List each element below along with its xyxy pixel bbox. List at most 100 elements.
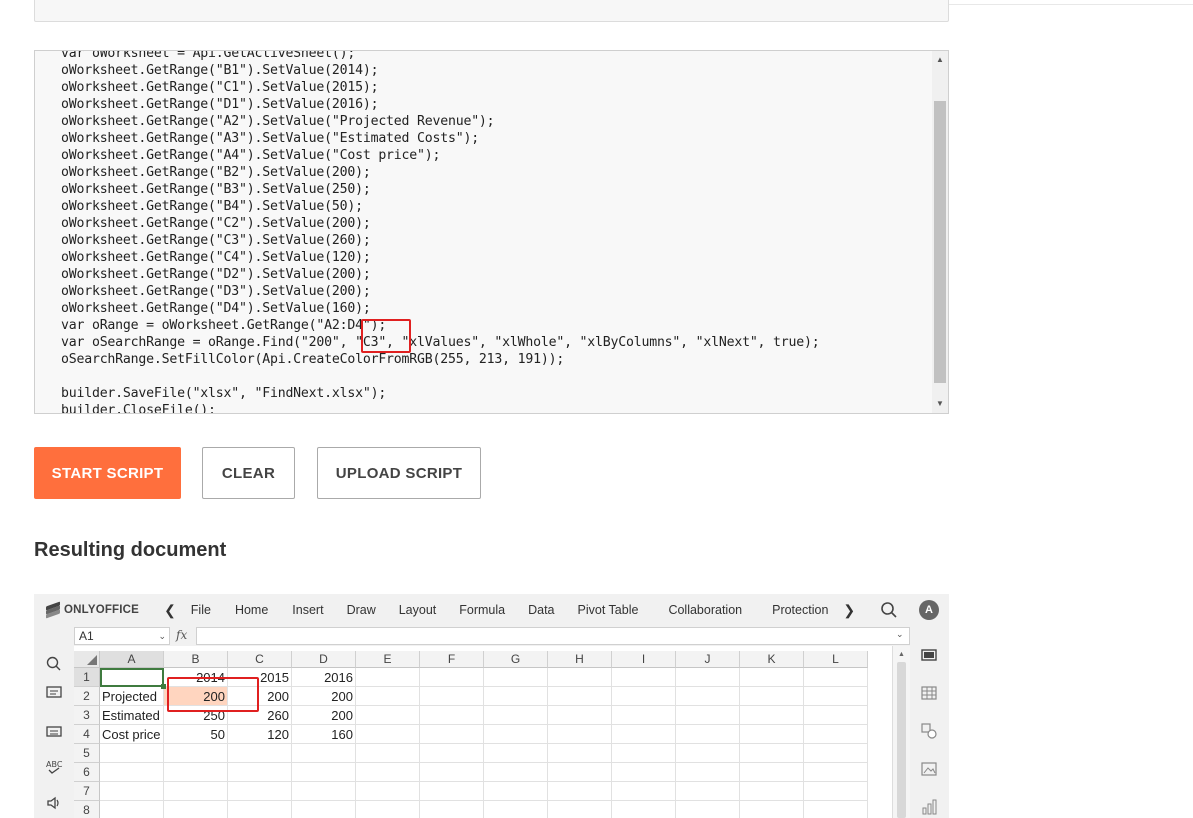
- cell-settings-icon[interactable]: [920, 646, 938, 664]
- cell-e7[interactable]: [356, 782, 420, 801]
- cell-d7[interactable]: [292, 782, 356, 801]
- cell-i6[interactable]: [612, 763, 676, 782]
- cell-k5[interactable]: [740, 744, 804, 763]
- column-header-d[interactable]: D: [292, 651, 356, 668]
- fill-handle[interactable]: [161, 684, 166, 689]
- column-header-a[interactable]: A: [100, 651, 164, 668]
- tab-file[interactable]: File: [191, 603, 211, 617]
- row-header-4[interactable]: 4: [74, 725, 100, 744]
- cell-g4[interactable]: [484, 725, 548, 744]
- cell-j4[interactable]: [676, 725, 740, 744]
- cell-d8[interactable]: [292, 801, 356, 818]
- cell-h7[interactable]: [548, 782, 612, 801]
- cell-e3[interactable]: [356, 706, 420, 725]
- code-line[interactable]: [61, 368, 819, 385]
- cell-f7[interactable]: [420, 782, 484, 801]
- editor-scrollbar[interactable]: ▲ ▼: [932, 51, 948, 413]
- tab-protection[interactable]: Protection: [772, 603, 828, 617]
- chevron-down-icon[interactable]: ⌄: [158, 628, 166, 644]
- cell-b8[interactable]: [164, 801, 228, 818]
- cell-l4[interactable]: [804, 725, 868, 744]
- cell-c4[interactable]: 120: [228, 725, 292, 744]
- column-header-k[interactable]: K: [740, 651, 804, 668]
- start-script-button[interactable]: START SCRIPT: [34, 447, 181, 499]
- cell-i1[interactable]: [612, 668, 676, 687]
- cell-f8[interactable]: [420, 801, 484, 818]
- name-box[interactable]: A1 ⌄: [74, 627, 170, 645]
- cell-j1[interactable]: [676, 668, 740, 687]
- cell-e6[interactable]: [356, 763, 420, 782]
- cell-j7[interactable]: [676, 782, 740, 801]
- code-line[interactable]: oWorksheet.GetRange("D2").SetValue(200);: [61, 266, 819, 283]
- search-icon[interactable]: [45, 655, 63, 673]
- row-header-7[interactable]: 7: [74, 782, 100, 801]
- tab-draw[interactable]: Draw: [347, 603, 376, 617]
- cell-l3[interactable]: [804, 706, 868, 725]
- cell-h8[interactable]: [548, 801, 612, 818]
- tab-formula[interactable]: Formula: [459, 603, 505, 617]
- scroll-up-icon[interactable]: ▲: [893, 651, 910, 658]
- user-avatar[interactable]: A: [919, 600, 939, 620]
- code-editor[interactable]: var oWorksheet = Api.GetActiveSheet(); oW…: [34, 50, 949, 414]
- code-line[interactable]: var oSearchRange = oRange.Find("200", "C…: [61, 334, 820, 351]
- cell-g3[interactable]: [484, 706, 548, 725]
- cell-i2[interactable]: [612, 687, 676, 706]
- cell-i8[interactable]: [612, 801, 676, 818]
- search-icon[interactable]: [880, 601, 898, 619]
- cell-d3[interactable]: 200: [292, 706, 356, 725]
- cell-i7[interactable]: [612, 782, 676, 801]
- chat-icon[interactable]: [45, 723, 63, 741]
- tab-layout[interactable]: Layout: [399, 603, 437, 617]
- row-header-5[interactable]: 5: [74, 744, 100, 763]
- row-header-2[interactable]: 2: [74, 687, 100, 706]
- cell-d4[interactable]: 160: [292, 725, 356, 744]
- code-line[interactable]: var oWorksheet = Api.GetActiveSheet();: [61, 51, 819, 62]
- cell-g8[interactable]: [484, 801, 548, 818]
- code-line[interactable]: oWorksheet.GetRange("C4").SetValue(120);: [61, 249, 819, 266]
- tab-data[interactable]: Data: [528, 603, 554, 617]
- cell-j5[interactable]: [676, 744, 740, 763]
- cell-b4[interactable]: 50: [164, 725, 228, 744]
- cell-f1[interactable]: [420, 668, 484, 687]
- search-box[interactable]: [34, 0, 949, 22]
- cell-b7[interactable]: [164, 782, 228, 801]
- cell-k3[interactable]: [740, 706, 804, 725]
- sheet-scroll-thumb[interactable]: [897, 662, 906, 818]
- column-header-e[interactable]: E: [356, 651, 420, 668]
- cell-j6[interactable]: [676, 763, 740, 782]
- formula-input[interactable]: [196, 627, 910, 645]
- cell-j2[interactable]: [676, 687, 740, 706]
- cell-g6[interactable]: [484, 763, 548, 782]
- clear-button[interactable]: CLEAR: [202, 447, 295, 499]
- cell-l5[interactable]: [804, 744, 868, 763]
- cell-i3[interactable]: [612, 706, 676, 725]
- code-line[interactable]: oWorksheet.GetRange("B3").SetValue(250);: [61, 181, 819, 198]
- fx-icon[interactable]: fx: [176, 628, 187, 642]
- cell-a3[interactable]: Estimated: [100, 706, 164, 725]
- code-line[interactable]: oWorksheet.GetRange("A4").SetValue("Cost…: [61, 147, 819, 164]
- cell-k1[interactable]: [740, 668, 804, 687]
- cell-a6[interactable]: [100, 763, 164, 782]
- cell-a8[interactable]: [100, 801, 164, 818]
- spellcheck-icon[interactable]: ABC: [45, 757, 63, 775]
- cell-h2[interactable]: [548, 687, 612, 706]
- column-header-h[interactable]: H: [548, 651, 612, 668]
- column-header-g[interactable]: G: [484, 651, 548, 668]
- cell-d6[interactable]: [292, 763, 356, 782]
- cell-j8[interactable]: [676, 801, 740, 818]
- cell-c8[interactable]: [228, 801, 292, 818]
- cell-f2[interactable]: [420, 687, 484, 706]
- cell-f6[interactable]: [420, 763, 484, 782]
- scroll-down-icon[interactable]: ▼: [932, 397, 948, 411]
- sheet-vertical-scrollbar[interactable]: ▲: [892, 646, 910, 818]
- cell-a5[interactable]: [100, 744, 164, 763]
- code-line[interactable]: oWorksheet.GetRange("B4").SetValue(50);: [61, 198, 819, 215]
- cell-d1[interactable]: 2016: [292, 668, 356, 687]
- table-icon[interactable]: [920, 684, 938, 702]
- code-line[interactable]: oWorksheet.GetRange("B1").SetValue(2014)…: [61, 62, 819, 79]
- cell-a1[interactable]: [100, 668, 164, 687]
- tab-collaboration[interactable]: Collaboration: [668, 603, 742, 617]
- cell-k2[interactable]: [740, 687, 804, 706]
- cell-l8[interactable]: [804, 801, 868, 818]
- code-line[interactable]: oWorksheet.GetRange("D3").SetValue(200);: [61, 283, 819, 300]
